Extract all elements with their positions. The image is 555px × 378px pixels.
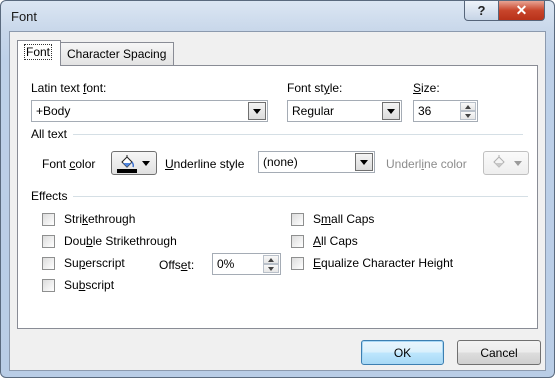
font-style-value: Regular bbox=[292, 104, 335, 118]
latin-font-dropdown[interactable] bbox=[248, 102, 266, 120]
font-color-button[interactable] bbox=[111, 151, 157, 175]
double-strikethrough-label: Double Strikethrough bbox=[64, 234, 177, 248]
underline-style-combo[interactable]: (none) bbox=[258, 151, 375, 173]
equalize-height-label: Equalize Character Height bbox=[313, 256, 454, 270]
paint-bucket-icon bbox=[493, 155, 505, 168]
underline-color-label: Underline color bbox=[386, 157, 467, 171]
all-text-section-header: All text bbox=[31, 127, 524, 141]
font-color-swatch bbox=[117, 169, 137, 173]
underline-style-dropdown[interactable] bbox=[355, 153, 373, 171]
chevron-down-icon bbox=[253, 108, 261, 114]
offset-label: Offset: bbox=[159, 258, 195, 272]
size-value: 36 bbox=[418, 104, 432, 118]
ok-label: OK bbox=[393, 345, 412, 360]
checkbox-box[interactable] bbox=[42, 256, 55, 270]
close-button[interactable]: ✕ bbox=[498, 1, 545, 21]
offset-increase-button[interactable] bbox=[263, 255, 279, 264]
font-dialog: Font ? ✕ Font Character Spacing Latin te… bbox=[0, 0, 555, 378]
checkbox-box[interactable] bbox=[291, 212, 304, 226]
subscript-label: Subscript bbox=[64, 278, 115, 292]
chevron-down-icon bbox=[142, 161, 150, 166]
strikethrough-label: Strikethrough bbox=[64, 212, 136, 226]
help-icon: ? bbox=[477, 3, 486, 18]
subscript-checkbox[interactable]: Subscript bbox=[42, 278, 114, 292]
close-icon: ✕ bbox=[515, 2, 528, 18]
latin-font-value: +Body bbox=[36, 104, 71, 118]
double-strikethrough-checkbox[interactable]: Double Strikethrough bbox=[42, 234, 177, 248]
tab-font-label: Font bbox=[24, 44, 53, 60]
latin-font-label: Latin text font: bbox=[31, 81, 107, 95]
cancel-button[interactable]: Cancel bbox=[457, 340, 541, 365]
font-style-combo[interactable]: Regular bbox=[287, 100, 402, 122]
dialog-client: Font Character Spacing Latin text font: … bbox=[9, 31, 546, 371]
latin-font-combo[interactable]: +Body bbox=[31, 100, 268, 122]
tab-character-spacing-label: Character Spacing bbox=[67, 47, 167, 61]
offset-spinner[interactable]: 0% bbox=[212, 253, 281, 275]
font-style-label: Font style: bbox=[287, 81, 343, 95]
tab-font[interactable]: Font bbox=[17, 40, 61, 66]
chevron-down-icon bbox=[514, 161, 522, 166]
all-caps-label: All Caps bbox=[313, 234, 358, 248]
checkbox-box[interactable] bbox=[42, 278, 55, 292]
help-button[interactable]: ? bbox=[464, 1, 499, 21]
strikethrough-checkbox[interactable]: Strikethrough bbox=[42, 212, 135, 226]
arrow-down-icon bbox=[268, 266, 274, 271]
font-color-label: Font color bbox=[42, 157, 96, 171]
all-caps-checkbox[interactable]: All Caps bbox=[291, 234, 358, 248]
underline-style-value: (none) bbox=[263, 155, 298, 169]
cancel-label: Cancel bbox=[480, 345, 518, 360]
section-divider bbox=[73, 195, 529, 197]
size-increase-button[interactable] bbox=[460, 102, 476, 111]
arrow-down-icon bbox=[465, 113, 471, 118]
size-decrease-button[interactable] bbox=[460, 111, 476, 120]
superscript-checkbox[interactable]: Superscript bbox=[42, 256, 125, 270]
small-caps-checkbox[interactable]: Small Caps bbox=[291, 212, 374, 226]
chevron-down-icon bbox=[387, 108, 395, 114]
ok-button[interactable]: OK bbox=[361, 340, 444, 365]
small-caps-label: Small Caps bbox=[313, 212, 375, 226]
section-divider bbox=[73, 133, 524, 135]
size-label: Size: bbox=[413, 81, 440, 95]
checkbox-box[interactable] bbox=[291, 234, 304, 248]
effects-section-header: Effects bbox=[31, 189, 529, 203]
font-tab-panel: Latin text font: +Body Font style: Regul… bbox=[17, 65, 538, 329]
checkbox-box[interactable] bbox=[42, 212, 55, 226]
tab-character-spacing[interactable]: Character Spacing bbox=[60, 42, 174, 65]
superscript-label: Superscript bbox=[64, 256, 125, 270]
title-bar: Font ? ✕ bbox=[1, 1, 554, 31]
chevron-down-icon bbox=[360, 159, 368, 165]
arrow-up-icon bbox=[268, 257, 274, 262]
dialog-title: Font bbox=[11, 9, 38, 24]
arrow-up-icon bbox=[465, 104, 471, 109]
offset-value: 0% bbox=[217, 257, 235, 271]
underline-color-button[interactable] bbox=[483, 151, 529, 175]
effects-heading: Effects bbox=[31, 189, 68, 203]
size-spinner[interactable]: 36 bbox=[413, 100, 478, 122]
all-text-heading: All text bbox=[31, 127, 68, 141]
checkbox-box[interactable] bbox=[42, 234, 55, 248]
checkbox-box[interactable] bbox=[291, 256, 304, 270]
offset-decrease-button[interactable] bbox=[263, 264, 279, 273]
equalize-height-checkbox[interactable]: Equalize Character Height bbox=[291, 256, 453, 270]
underline-style-label: Underline style bbox=[165, 157, 245, 171]
font-style-dropdown[interactable] bbox=[382, 102, 400, 120]
